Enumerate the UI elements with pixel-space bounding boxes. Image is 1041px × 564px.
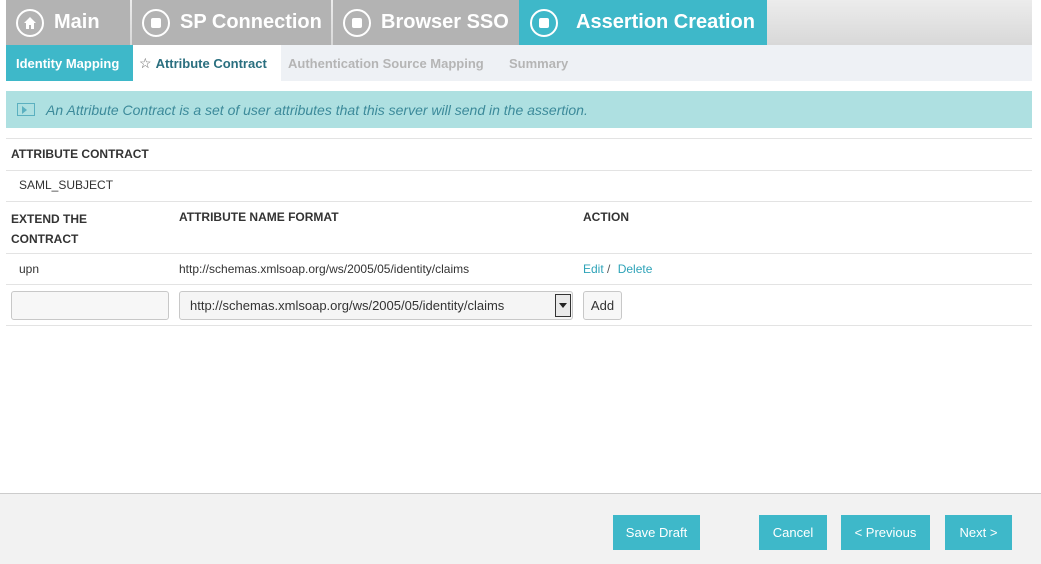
cancel-button[interactable]: Cancel [759, 515, 827, 550]
info-banner: An Attribute Contract is a set of user a… [6, 91, 1032, 128]
contract-header-row: ATTRIBUTE CONTRACT [6, 138, 1032, 171]
next-button[interactable]: Next > [945, 515, 1012, 550]
star-icon: ☆ [139, 54, 152, 71]
info-text: An Attribute Contract is a set of user a… [46, 101, 588, 118]
top-navigation: Main SP Connection Browser SSO Assertion… [6, 0, 1032, 45]
footer-bar: Save Draft Cancel < Previous Next > [0, 493, 1041, 564]
attribute-name: upn [19, 262, 40, 276]
step-assertion-creation[interactable]: Assertion Creation [519, 0, 767, 45]
col-attribute-name-format: ATTRIBUTE NAME FORMAT [179, 210, 339, 224]
step-main-label: Main [54, 11, 100, 33]
step-assertion-creation-label: Assertion Creation [576, 11, 755, 33]
save-draft-button[interactable]: Save Draft [613, 515, 700, 550]
col-extend-line1: EXTEND THE [11, 212, 88, 226]
stop-circle-icon [142, 8, 170, 37]
subnav-filler [580, 45, 1032, 81]
chevron-down-icon[interactable] [555, 294, 571, 317]
contract-subject-row: SAML_SUBJECT [6, 171, 1032, 202]
edit-link[interactable]: Edit [583, 262, 604, 276]
previous-button[interactable]: < Previous [841, 515, 930, 550]
tab-attribute-contract-label: Attribute Contract [155, 55, 267, 71]
new-attribute-name-input[interactable] [11, 291, 169, 320]
attribute-format: http://schemas.xmlsoap.org/ws/2005/05/id… [179, 262, 470, 276]
step-sp-connection-label: SP Connection [180, 11, 322, 33]
action-separator: / [607, 262, 611, 276]
attribute-name-format-selected: http://schemas.xmlsoap.org/ws/2005/05/id… [190, 298, 505, 313]
tab-summary-label: Summary [509, 55, 569, 71]
col-extend-the-contract: EXTEND THE CONTRACT [11, 209, 87, 249]
extend-header-row: EXTEND THE CONTRACT ATTRIBUTE NAME FORMA… [6, 202, 1032, 254]
step-browser-sso[interactable]: Browser SSO [333, 0, 519, 45]
step-sp-connection[interactable]: SP Connection [132, 0, 331, 45]
col-extend-line2: CONTRACT [11, 232, 79, 246]
step-browser-sso-label: Browser SSO [381, 11, 509, 33]
stop-circle-icon [530, 8, 558, 37]
col-action: ACTION [583, 210, 629, 224]
action-links: Edit / Delete [583, 262, 652, 276]
table-row: upn http://schemas.xmlsoap.org/ws/2005/0… [6, 254, 1032, 285]
tab-summary[interactable]: Summary [509, 45, 568, 81]
tab-authentication-source-mapping[interactable]: Authentication Source Mapping [288, 45, 484, 81]
stop-circle-icon [343, 8, 371, 37]
info-panel-icon [17, 103, 35, 116]
saml-subject: SAML_SUBJECT [19, 178, 114, 192]
step-main[interactable]: Main [6, 0, 130, 45]
delete-link[interactable]: Delete [618, 262, 653, 276]
attribute-name-format-select[interactable]: http://schemas.xmlsoap.org/ws/2005/05/id… [179, 291, 573, 320]
sub-navigation: Identity Mapping ☆ Attribute Contract Au… [6, 45, 1032, 81]
add-button[interactable]: Add [583, 291, 622, 320]
contract-header: ATTRIBUTE CONTRACT [11, 147, 149, 161]
tab-identity-mapping-label: Identity Mapping [16, 55, 120, 71]
home-icon [16, 8, 44, 37]
tab-identity-mapping[interactable]: Identity Mapping [6, 45, 133, 81]
tab-authentication-source-mapping-label: Authentication Source Mapping [288, 55, 484, 71]
tab-attribute-contract[interactable]: ☆ Attribute Contract [133, 45, 281, 81]
